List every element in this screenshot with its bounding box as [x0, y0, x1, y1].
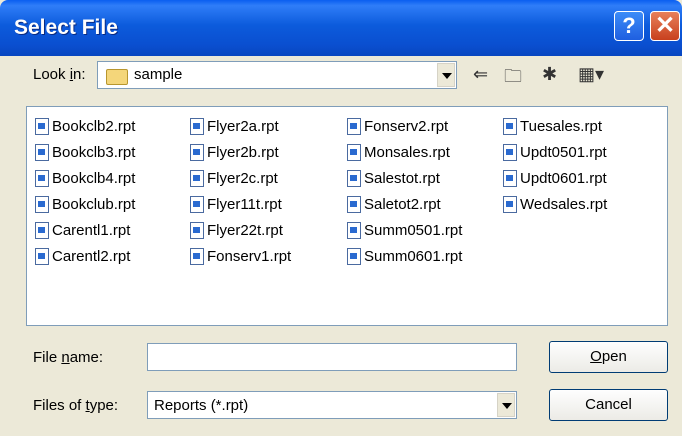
file-icon [347, 247, 361, 265]
list-item[interactable]: Bookclb2.rpt [35, 113, 135, 139]
list-item[interactable]: Wedsales.rpt [503, 191, 607, 217]
list-item[interactable]: Updt0501.rpt [503, 139, 607, 165]
dropdown-arrow-icon[interactable] [437, 63, 455, 87]
title-bar: Select File ? ✕ [0, 0, 682, 56]
file-icon [190, 117, 204, 135]
list-item[interactable]: Fonserv2.rpt [347, 113, 462, 139]
file-icon [190, 169, 204, 187]
look-in-value: sample [134, 66, 183, 83]
list-item[interactable]: Fonserv1.rpt [190, 243, 291, 269]
list-item[interactable]: Summ0601.rpt [347, 243, 462, 269]
list-item[interactable]: Monsales.rpt [347, 139, 462, 165]
file-name-input[interactable] [147, 343, 517, 371]
file-icon [35, 117, 49, 135]
list-item[interactable]: Bookclub.rpt [35, 191, 135, 217]
list-item[interactable]: Bookclb3.rpt [35, 139, 135, 165]
file-list[interactable]: Bookclb2.rpt Bookclb3.rpt Bookclb4.rpt B… [26, 106, 668, 326]
file-icon [503, 117, 517, 135]
file-icon [35, 247, 49, 265]
list-item[interactable]: Carentl2.rpt [35, 243, 135, 269]
list-item[interactable]: Salestot.rpt [347, 165, 462, 191]
open-button[interactable]: Open [549, 341, 668, 373]
list-item[interactable]: Flyer2a.rpt [190, 113, 291, 139]
file-icon [347, 143, 361, 161]
dialog-title: Select File [14, 16, 118, 39]
look-in-label: Look in: [33, 66, 86, 83]
list-item[interactable]: Carentl1.rpt [35, 217, 135, 243]
file-type-value: Reports (*.rpt) [154, 397, 249, 414]
file-icon [347, 117, 361, 135]
list-item[interactable]: Flyer22t.rpt [190, 217, 291, 243]
look-in-dropdown[interactable]: sample [97, 61, 457, 89]
file-type-dropdown[interactable]: Reports (*.rpt) [147, 391, 517, 419]
file-icon [503, 195, 517, 213]
file-icon [347, 169, 361, 187]
file-icon [35, 169, 49, 187]
file-icon [503, 143, 517, 161]
file-icon [35, 195, 49, 213]
list-item[interactable]: Updt0601.rpt [503, 165, 607, 191]
new-folder-icon[interactable]: ✱ [542, 64, 557, 85]
list-item[interactable]: Flyer11t.rpt [190, 191, 291, 217]
close-button[interactable]: ✕ [650, 11, 680, 41]
list-item[interactable]: Bookclb4.rpt [35, 165, 135, 191]
back-arrow-icon[interactable]: ⇐ [473, 64, 488, 85]
list-item[interactable]: Saletot2.rpt [347, 191, 462, 217]
file-icon [35, 143, 49, 161]
folder-icon [106, 69, 128, 85]
file-icon [503, 169, 517, 187]
dropdown-arrow-icon[interactable] [497, 393, 515, 417]
list-item[interactable]: Tuesales.rpt [503, 113, 607, 139]
file-name-label: File name: [33, 349, 104, 366]
file-icon [190, 247, 204, 265]
files-of-type-label: Files of type: [33, 397, 119, 414]
file-icon [190, 143, 204, 161]
file-icon [190, 221, 204, 239]
file-icon [35, 221, 49, 239]
list-item[interactable]: Summ0501.rpt [347, 217, 462, 243]
help-button[interactable]: ? [614, 11, 644, 41]
cancel-button[interactable]: Cancel [549, 389, 668, 421]
up-folder-icon[interactable]: 🗀 [504, 64, 522, 94]
list-item[interactable]: Flyer2c.rpt [190, 165, 291, 191]
list-item[interactable]: Flyer2b.rpt [190, 139, 291, 165]
file-icon [190, 195, 204, 213]
file-icon [347, 221, 361, 239]
view-menu-icon[interactable]: ▦▾ [578, 64, 604, 85]
file-icon [347, 195, 361, 213]
